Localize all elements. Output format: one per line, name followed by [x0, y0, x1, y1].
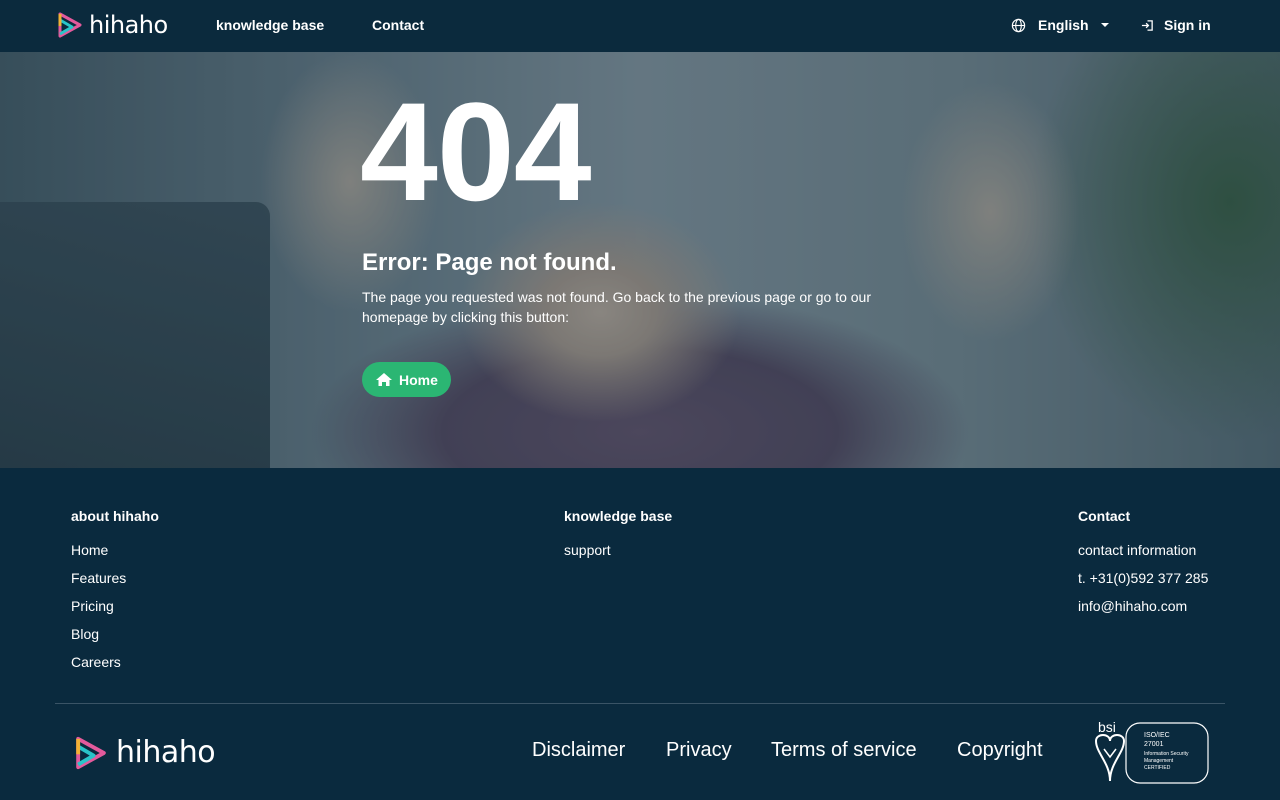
- home-icon: [376, 373, 392, 386]
- footer-link-pricing[interactable]: Pricing: [71, 598, 114, 614]
- footer-col-title-about: about hihaho: [71, 508, 159, 524]
- footer-phone[interactable]: t. +31(0)592 377 285: [1078, 570, 1208, 586]
- home-button[interactable]: Home: [362, 362, 451, 397]
- cert-line1: ISO/IEC: [1144, 732, 1170, 739]
- home-button-label: Home: [399, 371, 438, 388]
- footer-link-home[interactable]: Home: [71, 542, 108, 558]
- nav-link-knowledge-base[interactable]: knowledge base: [216, 17, 324, 33]
- globe-icon: [1011, 18, 1026, 32]
- language-selector[interactable]: English: [1011, 17, 1109, 33]
- hihaho-logo[interactable]: hihaho: [57, 11, 168, 39]
- footer-hihaho-logo[interactable]: hihaho: [74, 735, 216, 771]
- hero-banner: 404 Error: Page not found. The page you …: [0, 52, 1280, 468]
- error-title: Error: Page not found.: [362, 249, 617, 276]
- footer: about hihaho Home Features Pricing Blog …: [0, 468, 1280, 800]
- cert-line2: 27001: [1144, 741, 1164, 748]
- top-nav: hihaho knowledge base Contact English Si…: [0, 0, 1280, 52]
- logo-text: hihaho: [89, 11, 168, 39]
- sign-in-label: Sign in: [1164, 17, 1211, 33]
- footer-link-disclaimer[interactable]: Disclaimer: [532, 739, 625, 762]
- footer-link-copyright[interactable]: Copyright: [957, 739, 1043, 762]
- footer-link-careers[interactable]: Careers: [71, 654, 121, 670]
- error-message: The page you requested was not found. Go…: [362, 289, 872, 325]
- cert-line5: CERTIFIED: [1144, 765, 1171, 771]
- footer-col-title-contact: Contact: [1078, 508, 1131, 524]
- sign-in-link[interactable]: Sign in: [1141, 17, 1211, 33]
- footer-link-features[interactable]: Features: [71, 570, 126, 586]
- footer-col-title-knowledge-base: knowledge base: [564, 508, 673, 524]
- bsi-certification-icon: bsi ISO/IEC 27001 Information Security M…: [1094, 719, 1209, 784]
- play-logo-icon: [76, 736, 106, 770]
- footer-link-contact-information[interactable]: contact information: [1078, 542, 1196, 558]
- cert-brand: bsi: [1098, 719, 1116, 735]
- language-label: English: [1038, 17, 1089, 33]
- chevron-down-icon: [1100, 23, 1109, 27]
- footer-divider: [55, 703, 1225, 704]
- hero-overlay: [0, 52, 1280, 468]
- footer-link-terms[interactable]: Terms of service: [771, 739, 917, 762]
- play-logo-icon: [58, 12, 82, 38]
- footer-email[interactable]: info@hihaho.com: [1078, 598, 1187, 614]
- cert-line3: Information Security: [1144, 751, 1189, 757]
- footer-link-support[interactable]: support: [564, 542, 611, 558]
- sign-in-icon: [1141, 19, 1153, 31]
- cert-line4: Management: [1144, 758, 1174, 764]
- footer-link-privacy[interactable]: Privacy: [666, 739, 732, 762]
- footer-link-blog[interactable]: Blog: [71, 626, 99, 642]
- error-code: 404: [360, 73, 592, 230]
- footer-logo-text: hihaho: [116, 735, 216, 770]
- nav-link-contact[interactable]: Contact: [372, 17, 424, 33]
